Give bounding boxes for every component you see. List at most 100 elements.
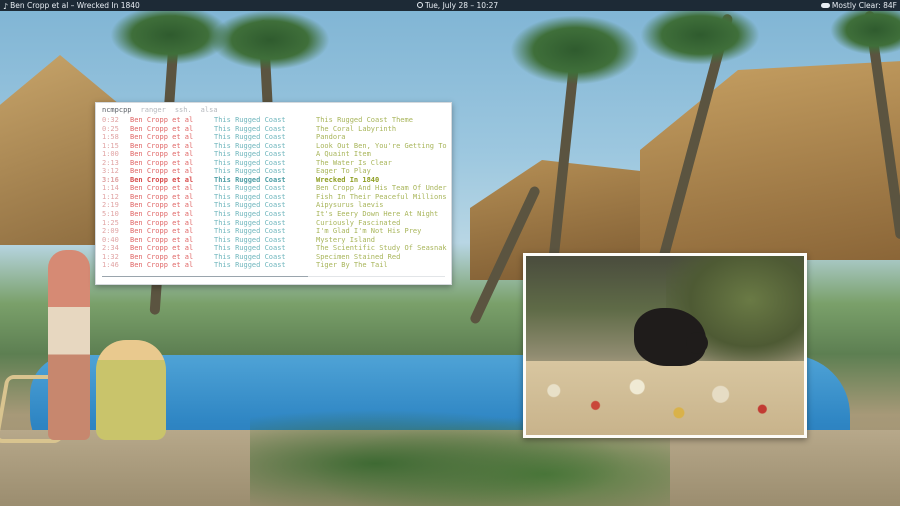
track-album: This Rugged Coast [214,244,286,253]
top-status-bar: ♪ Ben Cropp et al – Wrecked In 1840 Tue, … [0,0,900,11]
playlist-row[interactable]: 1:25 Ben Cropp et al This Rugged Coast Curi… [96,219,451,228]
track-album: This Rugged Coast [214,252,286,261]
playlist-row[interactable]: 1:15 Ben Cropp et al This Rugged Coast Look… [96,142,451,151]
progress-bar[interactable] [102,276,445,277]
playlist-row[interactable]: 2:19 Ben Cropp et al This Rugged Coast Aipy… [96,201,451,210]
track-artist: Ben Cropp et al [130,167,194,176]
track-artist: Ben Cropp et al [130,133,194,142]
track-album: This Rugged Coast [214,116,286,124]
track-duration: 0:25 [102,124,119,133]
track-album: This Rugged Coast [214,141,286,150]
track-duration: 1:12 [102,192,119,201]
tab-alsa[interactable]: alsa [201,105,218,115]
playlist[interactable]: 0:32 Ben Cropp et al This Rugged Coast This… [96,116,451,270]
track-album: This Rugged Coast [214,124,286,133]
track-title: The Water Is Clear [316,158,392,167]
playlist-row[interactable]: 1:12 Ben Cropp et al This Rugged Coast Fish… [96,193,451,202]
track-duration: 1:58 [102,133,119,142]
track-title: The Coral Labyrinth [316,124,397,133]
playlist-row[interactable]: 1:58 Ben Cropp et al This Rugged Coast Pand… [96,133,451,142]
track-album: This Rugged Coast [214,261,286,270]
clock-widget[interactable]: Tue, July 28 – 10:27 [417,0,498,11]
playlist-row-current[interactable]: 3:16 Ben Cropp et al This Rugged Coast Wrec… [96,176,451,185]
track-album: This Rugged Coast [214,158,286,167]
track-title: Eager To Play [316,167,371,176]
track-album: This Rugged Coast [214,167,286,176]
track-title: Ben Cropp And His Team Of Under [316,184,447,193]
track-artist: Ben Cropp et al [130,227,194,236]
track-album: This Rugged Coast [214,133,286,142]
progress-fill [102,276,308,277]
palm-fronds [210,10,330,70]
track-duration: 1:46 [102,261,119,270]
tab-ncmpcpp[interactable]: ncmpcpp [102,105,132,115]
playlist-row[interactable]: 0:32 Ben Cropp et al This Rugged Coast This… [96,116,451,125]
playlist-row[interactable]: 1:32 Ben Cropp et al This Rugged Coast Spec… [96,253,451,262]
playlist-row[interactable]: 5:10 Ben Cropp et al This Rugged Coast It's… [96,210,451,219]
track-artist: Ben Cropp et al [130,201,194,210]
playlist-row[interactable]: 0:25 Ben Cropp et al This Rugged Coast The … [96,125,451,134]
track-title: It's Eeery Down Here At Night [316,210,439,219]
now-playing-indicator[interactable]: ♪ Ben Cropp et al – Wrecked In 1840 [3,0,140,12]
track-title: The Scientific Study Of Seasnak [316,244,447,253]
track-title: Wrecked In 1840 [316,175,380,184]
tab-ranger[interactable]: ranger [141,105,166,115]
track-duration: 0:32 [102,116,119,124]
track-title: Fish In Their Peaceful Millions [316,192,447,201]
track-duration: 1:00 [102,150,119,159]
track-duration: 2:19 [102,201,119,210]
track-title: Specimen Stained Red [316,252,401,261]
track-album: This Rugged Coast [214,150,286,159]
track-duration: 3:16 [102,175,119,184]
track-title: Aipysurus laevis [316,201,384,210]
track-artist: Ben Cropp et al [130,261,194,270]
photo-debris [526,361,804,435]
track-duration: 2:13 [102,158,119,167]
track-duration: 1:32 [102,252,119,261]
playlist-row[interactable]: 2:13 Ben Cropp et al This Rugged Coast The … [96,159,451,168]
track-artist: Ben Cropp et al [130,210,194,219]
weather-widget[interactable]: Mostly Clear: 84F [820,0,897,11]
weather-text: Mostly Clear: 84F [831,1,897,10]
track-artist: Ben Cropp et al [130,192,194,201]
playlist-row[interactable]: 2:09 Ben Cropp et al This Rugged Coast I'm … [96,227,451,236]
track-title: Pandora [316,133,346,142]
now-playing-text: Ben Cropp et al – Wrecked In 1840 [10,1,140,10]
track-artist: Ben Cropp et al [130,252,194,261]
tab-ssh[interactable]: ssh. [175,105,192,115]
standing-man [48,250,90,440]
palm-fronds [830,5,900,55]
palm-fronds [640,5,760,65]
track-artist: Ben Cropp et al [130,124,194,133]
track-artist: Ben Cropp et al [130,184,194,193]
track-artist: Ben Cropp et al [130,244,194,253]
track-artist: Ben Cropp et al [130,158,194,167]
track-duration: 0:40 [102,235,119,244]
terminal-tab-bar: ncmpcpp ranger ssh. alsa [102,105,227,115]
music-note-icon: ♪ [3,1,9,11]
track-title: Look Out Ben, You're Getting To [316,141,447,150]
track-duration: 3:12 [102,167,119,176]
track-duration: 1:25 [102,218,119,227]
track-artist: Ben Cropp et al [130,116,194,124]
track-album: This Rugged Coast [214,227,286,236]
image-viewer-window[interactable] [523,253,807,438]
track-album: This Rugged Coast [214,192,286,201]
album-art-photo [526,256,804,435]
palm-fronds [510,15,640,85]
playlist-row[interactable]: 1:14 Ben Cropp et al This Rugged Coast Ben … [96,184,451,193]
terminal-window[interactable]: ncmpcpp ranger ssh. alsa 0:32 Ben Cropp et a… [95,102,452,285]
playlist-row[interactable]: 0:40 Ben Cropp et al This Rugged Coast Myst… [96,236,451,245]
track-title: A Quaint Item [316,150,371,159]
playlist-row[interactable]: 2:34 Ben Cropp et al This Rugged Coast The … [96,244,451,253]
track-album: This Rugged Coast [214,210,286,219]
playlist-row[interactable]: 1:46 Ben Cropp et al This Rugged Coast Tige… [96,261,451,270]
track-artist: Ben Cropp et al [130,175,194,184]
playlist-row[interactable]: 1:00 Ben Cropp et al This Rugged Coast A Qu… [96,150,451,159]
playlist-row[interactable]: 3:12 Ben Cropp et al This Rugged Coast Eage… [96,167,451,176]
track-duration: 1:15 [102,141,119,150]
track-duration: 2:09 [102,227,119,236]
track-album: This Rugged Coast [214,235,286,244]
cloud-icon [820,2,830,8]
track-title: Curiously Fascinated [316,218,401,227]
